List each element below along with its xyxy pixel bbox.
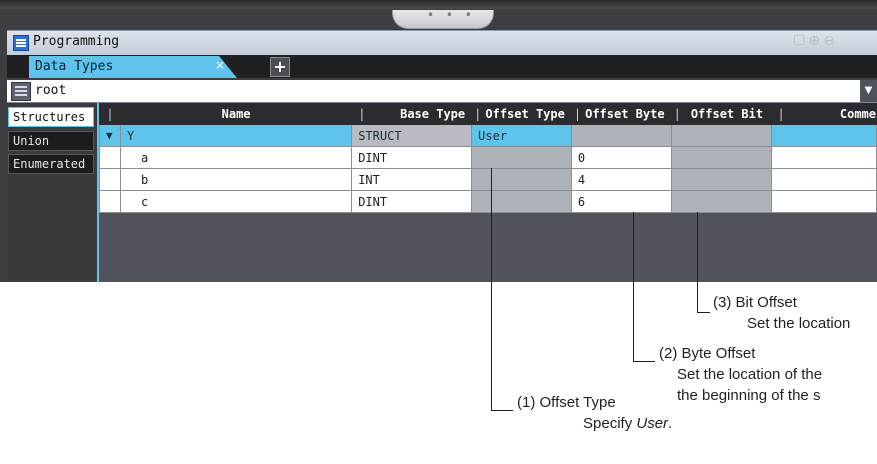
expand-toggle-icon[interactable]: ▼ <box>99 124 121 147</box>
tree-list-icon[interactable] <box>11 82 31 101</box>
byte-offset-callout-title: (2) Byte Offset <box>659 345 756 362</box>
structure-table: | Name | Base Type | Offset Type | Offset B… <box>99 103 877 213</box>
column-header-name[interactable]: Name <box>119 103 353 125</box>
member-offset-byte[interactable]: 0 <box>570 146 672 169</box>
offset-type-leader-line <box>491 168 492 410</box>
column-header-comment[interactable]: | Comme <box>770 103 877 125</box>
byte-offset-leader-tick <box>633 361 655 362</box>
table-row[interactable]: c DINT 6 <box>99 190 877 213</box>
member-name[interactable]: a <box>119 146 353 169</box>
table-row[interactable]: ▼ Y STRUCT User <box>99 124 877 147</box>
member-offset-bit[interactable] <box>670 146 772 169</box>
expand-cell <box>99 190 121 213</box>
close-icon[interactable]: × <box>215 58 225 72</box>
chevron-down-icon[interactable]: ▼ <box>860 80 877 102</box>
offset-type-leader-tick <box>491 410 513 411</box>
byte-offset-leader-line <box>633 212 634 361</box>
tab-label: Data Types <box>35 59 114 74</box>
member-offset-type <box>471 190 572 213</box>
bit-offset-leader-tick <box>697 312 710 313</box>
expand-cell <box>99 146 121 169</box>
programming-window-icon <box>13 35 29 51</box>
table-row[interactable]: b INT 4 <box>99 168 877 191</box>
member-name[interactable]: Y <box>119 124 353 147</box>
bit-offset-leader-line <box>697 212 698 312</box>
column-header-expand: | <box>99 103 121 125</box>
member-comment[interactable] <box>770 146 877 169</box>
offset-type-callout-title: (1) Offset Type <box>517 394 616 411</box>
member-comment[interactable] <box>770 124 877 147</box>
member-offset-byte[interactable]: 4 <box>570 168 672 191</box>
column-header-base-type[interactable]: | Base Type <box>351 103 473 125</box>
member-name[interactable]: b <box>119 168 353 191</box>
programming-titlebar: Programming ☐⊕⊖ <box>7 30 877 56</box>
panel-grab-handle[interactable]: • • • <box>392 8 494 29</box>
member-offset-type <box>471 168 572 191</box>
table-header: | Name | Base Type | Offset Type | Offset B… <box>99 103 877 125</box>
side-tab-structures[interactable]: Structures <box>8 107 94 127</box>
offset-type-callout-desc: Specify User. <box>583 415 673 432</box>
namespace-path-bar[interactable]: root ▼ <box>7 80 877 103</box>
side-tab-enumerated[interactable]: Enumerated <box>8 154 94 174</box>
tab-data-types[interactable]: Data Types × <box>29 56 237 78</box>
member-offset-bit <box>670 124 772 147</box>
bit-offset-callout-title: (3) Bit Offset <box>713 294 797 311</box>
window-title: Programming <box>33 34 120 49</box>
byte-offset-callout-desc-2: the beginning of the s <box>677 387 821 404</box>
member-offset-bit[interactable] <box>670 168 772 191</box>
data-type-grid: | Name | Base Type | Offset Type | Offset B… <box>97 103 877 282</box>
member-offset-type <box>471 146 572 169</box>
table-row[interactable]: a DINT 0 <box>99 146 877 169</box>
byte-offset-callout-desc-1: Set the location of the <box>677 366 823 383</box>
member-base-type[interactable]: STRUCT <box>351 124 473 147</box>
member-offset-bit[interactable] <box>670 190 772 213</box>
ide-screenshot: • • • Programming ☐⊕⊖ Data Types × + roo… <box>0 0 877 282</box>
member-comment[interactable] <box>770 168 877 191</box>
add-tab-button[interactable]: + <box>270 57 290 77</box>
column-header-offset-bit[interactable]: | Offset Bit <box>670 103 772 125</box>
column-header-offset-type[interactable]: | Offset Type <box>471 103 572 125</box>
member-base-type[interactable]: DINT <box>351 146 473 169</box>
member-offset-byte[interactable]: 6 <box>570 190 672 213</box>
member-name[interactable]: c <box>119 190 353 213</box>
expand-cell <box>99 168 121 191</box>
bit-offset-callout-desc: Set the location <box>747 315 851 332</box>
side-tab-union[interactable]: Union <box>8 131 94 151</box>
zoom-tools-icons[interactable]: ☐⊕⊖ <box>793 33 838 49</box>
member-comment[interactable] <box>770 190 877 213</box>
member-offset-type[interactable]: User <box>471 124 572 147</box>
member-offset-byte <box>570 124 672 147</box>
category-tabs: Structures Union Enumerated <box>7 103 97 279</box>
namespace-path: root <box>35 83 67 98</box>
member-base-type[interactable]: INT <box>351 168 473 191</box>
member-base-type[interactable]: DINT <box>351 190 473 213</box>
column-header-offset-byte[interactable]: | Offset Byte <box>570 103 672 125</box>
column-separator: | <box>106 107 114 121</box>
tab-bar: Data Types × + <box>7 55 877 78</box>
